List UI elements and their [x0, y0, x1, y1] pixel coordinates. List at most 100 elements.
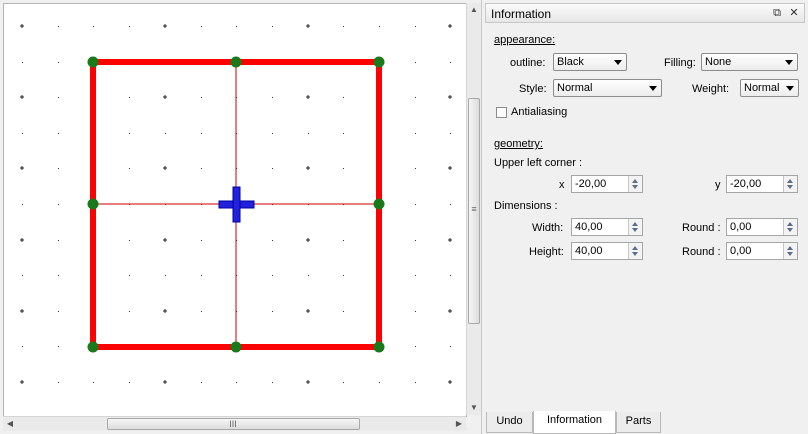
tab-information[interactable]: Information [533, 411, 616, 434]
chevron-down-icon [614, 60, 622, 65]
grid-dot [343, 26, 344, 27]
horizontal-scrollbar[interactable]: ◀ III ▶ [3, 416, 466, 431]
grid-dot [58, 204, 59, 205]
width-value: 40,00 [575, 221, 603, 233]
grid-dot [308, 275, 309, 276]
grid-dot [450, 275, 451, 276]
information-dock-panel: Information ⧉ ✕ appearance: outline: Bla… [483, 0, 808, 434]
antialiasing-checkbox[interactable] [496, 107, 507, 118]
drawing-area: ▲ ≡ ▼ ◀ III ▶ [0, 0, 482, 434]
grid-dot [129, 240, 130, 241]
grid-dot [379, 26, 380, 27]
tab-undo[interactable]: Undo [486, 412, 533, 433]
filling-value: None [705, 56, 732, 68]
grid-dot [272, 311, 273, 312]
height-spinbox[interactable]: 40,00 [571, 242, 643, 260]
resize-handle-top-left[interactable] [87, 56, 99, 68]
resize-handle-bottom-right[interactable] [373, 341, 385, 353]
grid-dot [58, 97, 59, 98]
drawing-canvas[interactable] [3, 3, 467, 417]
grid-cross-mark [163, 380, 167, 384]
grid-cross-mark [20, 309, 24, 313]
resize-handle-top[interactable] [230, 56, 242, 68]
grid-dot [22, 62, 23, 63]
grid-cross-mark [20, 380, 24, 384]
vertical-scroll-thumb[interactable]: ≡ [468, 98, 480, 324]
grid-dot [272, 133, 273, 134]
grid-cross-mark [163, 309, 167, 313]
x-spinbox[interactable]: -20,00 [571, 175, 643, 193]
height-label: Height: [529, 246, 564, 258]
spin-arrows-icon[interactable] [628, 243, 642, 259]
round-spinbox[interactable]: 0,00 [726, 218, 798, 236]
grid-dot [165, 133, 166, 134]
spin-arrows-icon[interactable] [783, 219, 797, 235]
resize-handle-left[interactable] [87, 198, 99, 210]
horizontal-scroll-thumb[interactable]: III [107, 418, 360, 430]
geometry-section-label: geometry: [494, 138, 543, 150]
grid-cross-mark [306, 238, 310, 242]
center-move-handle-icon[interactable] [218, 186, 255, 223]
vertical-scrollbar[interactable]: ▲ ≡ ▼ [466, 3, 481, 415]
tab-label: Parts [625, 415, 652, 427]
close-icon[interactable]: ✕ [787, 6, 801, 20]
round-spinbox[interactable]: 0,00 [726, 242, 798, 260]
grid-cross-mark [163, 166, 167, 170]
grid-dot [343, 168, 344, 169]
grid-dot [308, 133, 309, 134]
outline-color-combo[interactable]: Black [553, 53, 627, 71]
spin-arrows-icon[interactable] [628, 219, 642, 235]
resize-handle-right[interactable] [373, 198, 385, 210]
spin-arrows-icon[interactable] [783, 176, 797, 192]
grid-dot [415, 97, 416, 98]
height-value: 40,00 [575, 245, 603, 257]
scroll-grip-icon: ≡ [471, 204, 477, 214]
x-label: x [559, 179, 565, 191]
resize-handle-top-right[interactable] [373, 56, 385, 68]
y-spinbox[interactable]: -20,00 [726, 175, 798, 193]
grid-dot [129, 26, 130, 27]
grid-cross-mark [306, 95, 310, 99]
chevron-down-icon [785, 60, 793, 65]
grid-dot [201, 275, 202, 276]
grid-cross-mark [306, 380, 310, 384]
grid-cross-mark [306, 309, 310, 313]
style-label: Style: [519, 83, 547, 95]
float-panel-icon[interactable]: ⧉ [770, 6, 784, 20]
weight-label: Weight: [692, 83, 730, 95]
panel-title: Information [491, 7, 552, 21]
resize-handle-bottom[interactable] [230, 341, 242, 353]
spin-arrows-icon[interactable] [628, 176, 642, 192]
grid-dot [201, 133, 202, 134]
grid-dot [415, 346, 416, 347]
grid-dot [201, 382, 202, 383]
chevron-down-icon [786, 86, 794, 91]
weight-combo[interactable]: Normal [740, 79, 799, 97]
scroll-right-arrow-icon[interactable]: ▶ [452, 417, 466, 431]
grid-dot [201, 97, 202, 98]
grid-cross-mark [163, 24, 167, 28]
panel-title-bar: Information ⧉ ✕ [485, 3, 805, 23]
grid-dot [58, 240, 59, 241]
grid-dot [343, 97, 344, 98]
grid-dot [58, 62, 59, 63]
grid-dot [93, 26, 94, 27]
tab-parts[interactable]: Parts [616, 412, 661, 433]
grid-dot [236, 382, 237, 383]
grid-dot [415, 275, 416, 276]
spin-arrows-icon[interactable] [783, 243, 797, 259]
scroll-left-arrow-icon[interactable]: ◀ [3, 417, 17, 431]
resize-handle-bottom-left[interactable] [87, 341, 99, 353]
grid-dot [201, 240, 202, 241]
grid-dot [343, 275, 344, 276]
scroll-down-arrow-icon[interactable]: ▼ [467, 401, 481, 415]
grid-dot [272, 275, 273, 276]
grid-dot [201, 26, 202, 27]
style-combo[interactable]: Normal [553, 79, 662, 97]
filling-combo[interactable]: None [701, 53, 798, 71]
y-value: -20,00 [730, 178, 762, 190]
grid-dot [272, 168, 273, 169]
grid-dot [129, 168, 130, 169]
width-spinbox[interactable]: 40,00 [571, 218, 643, 236]
scroll-up-arrow-icon[interactable]: ▲ [467, 3, 481, 17]
